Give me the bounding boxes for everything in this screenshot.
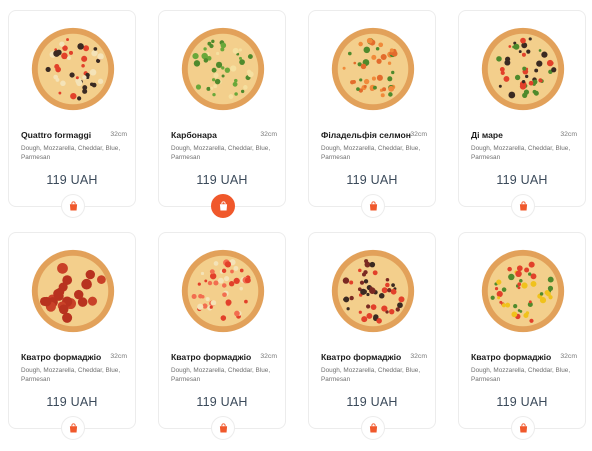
- add-to-cart-button[interactable]: [511, 194, 535, 218]
- pizza-image: [481, 249, 565, 333]
- pizza-name: Кватро формаджіо: [321, 352, 402, 362]
- pizza-ingredients: Dough, Mozzarella, Cheddar, Blue, Parmes…: [471, 145, 571, 161]
- pizza-image: [481, 27, 565, 111]
- pizza-image: [181, 249, 265, 333]
- pizza-price: 119 UAH: [46, 173, 98, 187]
- add-to-cart-button[interactable]: [211, 416, 235, 440]
- pizza-card[interactable]: Кватро формаджіо 32cm Dough, Mozzarella,…: [458, 232, 586, 440]
- add-to-cart-button[interactable]: [361, 416, 385, 440]
- pizza-price: 119 UAH: [196, 173, 248, 187]
- pizza-price: 119 UAH: [496, 173, 548, 187]
- add-to-cart-button[interactable]: [61, 194, 85, 218]
- shopping-bag-icon: [219, 423, 227, 433]
- pizza-image: [181, 27, 265, 111]
- pizza-ingredients: Dough, Mozzarella, Cheddar, Blue, Parmes…: [21, 145, 121, 161]
- shopping-bag-icon: [219, 201, 227, 211]
- pizza-size: 32cm: [560, 353, 577, 360]
- pizza-name: Кватро формаджіо: [171, 352, 252, 362]
- pizza-card[interactable]: Quattro formaggi 32cm Dough, Mozzarella,…: [8, 10, 136, 218]
- add-to-cart-button[interactable]: [61, 416, 85, 440]
- pizza-ingredients: Dough, Mozzarella, Cheddar, Blue, Parmes…: [171, 145, 271, 161]
- product-grid: Quattro formaggi 32cm Dough, Mozzarella,…: [0, 0, 592, 451]
- pizza-name: Філадельфія селмон: [321, 130, 411, 140]
- pizza-name: Карбонара: [171, 130, 217, 140]
- pizza-ingredients: Dough, Mozzarella, Cheddar, Blue, Parmes…: [21, 367, 121, 383]
- pizza-card[interactable]: Кватро формаджіо 32cm Dough, Mozzarella,…: [158, 232, 286, 440]
- pizza-card[interactable]: Кватро формаджіо 32cm Dough, Mozzarella,…: [308, 232, 436, 440]
- pizza-size: 32cm: [260, 131, 277, 138]
- pizza-card[interactable]: Ді маре 32cm Dough, Mozzarella, Cheddar,…: [458, 10, 586, 218]
- add-to-cart-button[interactable]: [361, 194, 385, 218]
- shopping-bag-icon: [69, 423, 77, 433]
- pizza-ingredients: Dough, Mozzarella, Cheddar, Blue, Parmes…: [321, 145, 421, 161]
- shopping-bag-icon: [69, 201, 77, 211]
- pizza-name: Кватро формаджіо: [471, 352, 552, 362]
- pizza-size: 32cm: [110, 353, 127, 360]
- pizza-card[interactable]: Філадельфія селмон 32cm Dough, Mozzarell…: [308, 10, 436, 218]
- pizza-image: [31, 249, 115, 333]
- pizza-card[interactable]: Карбонара 32cm Dough, Mozzarella, Chedda…: [158, 10, 286, 218]
- pizza-ingredients: Dough, Mozzarella, Cheddar, Blue, Parmes…: [171, 367, 271, 383]
- pizza-name: Кватро формаджіо: [21, 352, 102, 362]
- pizza-ingredients: Dough, Mozzarella, Cheddar, Blue, Parmes…: [321, 367, 421, 383]
- shopping-bag-icon: [369, 423, 377, 433]
- pizza-size: 32cm: [410, 353, 427, 360]
- pizza-name: Ді маре: [471, 130, 503, 140]
- pizza-name: Quattro formaggi: [21, 130, 92, 140]
- pizza-price: 119 UAH: [196, 395, 248, 409]
- pizza-price: 119 UAH: [496, 395, 548, 409]
- pizza-price: 119 UAH: [346, 173, 398, 187]
- pizza-price: 119 UAH: [346, 395, 398, 409]
- pizza-size: 32cm: [110, 131, 127, 138]
- pizza-image: [331, 27, 415, 111]
- shopping-bag-icon: [519, 201, 527, 211]
- shopping-bag-icon: [369, 201, 377, 211]
- add-to-cart-button[interactable]: [511, 416, 535, 440]
- pizza-image: [331, 249, 415, 333]
- pizza-card[interactable]: Кватро формаджіо 32cm Dough, Mozzarella,…: [8, 232, 136, 440]
- pizza-size: 32cm: [410, 131, 427, 138]
- add-to-cart-button[interactable]: [211, 194, 235, 218]
- pizza-price: 119 UAH: [46, 395, 98, 409]
- shopping-bag-icon: [519, 423, 527, 433]
- pizza-ingredients: Dough, Mozzarella, Cheddar, Blue, Parmes…: [471, 367, 571, 383]
- pizza-image: [31, 27, 115, 111]
- pizza-size: 32cm: [260, 353, 277, 360]
- pizza-size: 32cm: [560, 131, 577, 138]
